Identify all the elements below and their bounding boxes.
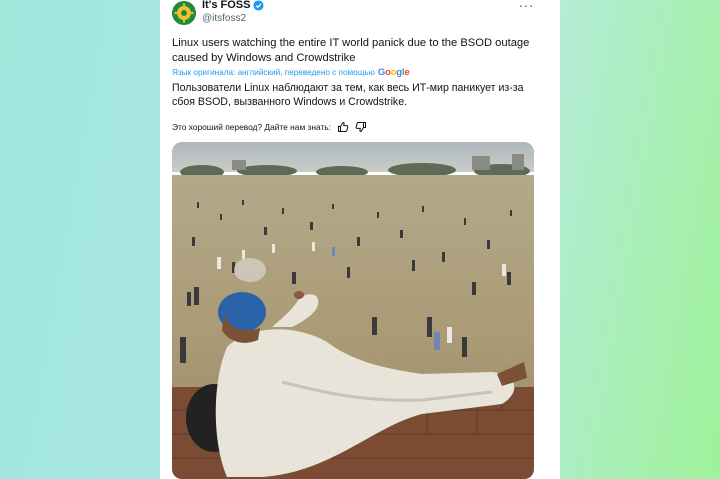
gear-logo-icon bbox=[174, 3, 194, 23]
rate-translation-prompt: Это хороший перевод? Дайте нам знать: bbox=[172, 122, 331, 132]
google-logo[interactable]: Google bbox=[378, 67, 410, 78]
rate-translation: Это хороший перевод? Дайте нам знать: bbox=[172, 121, 367, 133]
tweet-text: Linux users watching the entire IT world… bbox=[172, 37, 530, 64]
tweet-photo[interactable] bbox=[172, 142, 534, 479]
account-name[interactable]: It's FOSS bbox=[202, 0, 250, 11]
translation-note: Язык оригинала: английский, переведено с… bbox=[172, 67, 410, 78]
more-dots-icon[interactable]: ··· bbox=[519, 0, 535, 13]
account-handle[interactable]: @itsfoss2 bbox=[202, 13, 246, 24]
tweet-card: It's FOSS @itsfoss2 ··· Linux users watc… bbox=[160, 0, 560, 479]
avatar[interactable] bbox=[172, 1, 196, 25]
verified-badge-icon bbox=[253, 0, 265, 11]
account-name-row: It's FOSS bbox=[202, 0, 265, 11]
translated-text: Пользователи Linux наблюдают за тем, как… bbox=[172, 82, 524, 108]
field-photo bbox=[172, 142, 534, 479]
thumbs-down-icon[interactable] bbox=[355, 121, 367, 133]
translation-note-label: Язык оригинала: английский, переведено с… bbox=[172, 68, 375, 77]
thumbs-up-icon[interactable] bbox=[337, 121, 349, 133]
